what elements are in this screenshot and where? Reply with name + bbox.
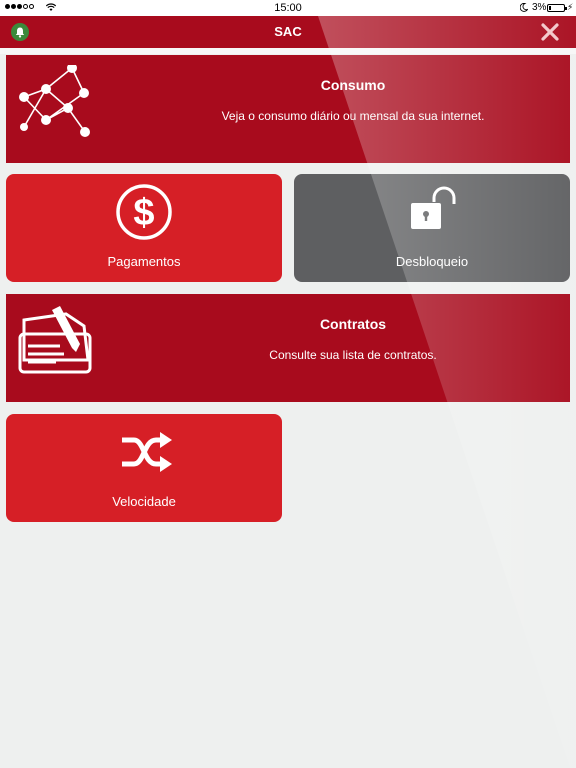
page-title: SAC [274, 24, 302, 39]
nav-bar: SAC [0, 16, 576, 48]
unlock-icon [411, 186, 456, 229]
moon-icon [520, 3, 528, 12]
contratos-title: Contratos [319, 316, 387, 332]
contratos-description: Consulte sua lista de contratos. [269, 348, 437, 362]
consumo-title: Consumo [320, 77, 386, 93]
svg-text:$: $ [133, 192, 154, 234]
battery-icon [547, 4, 567, 12]
desbloqueio-label: Desbloqueio [395, 254, 469, 269]
consumo-description: Veja o consumo diário ou mensal da sua i… [221, 109, 485, 123]
velocidade-tile[interactable]: Velocidade [6, 414, 282, 522]
status-bar: 15:00 3% ⚡ [0, 0, 576, 16]
close-icon [541, 23, 559, 41]
bell-icon [15, 27, 25, 38]
battery-percent: 3% [532, 2, 547, 13]
close-button[interactable] [540, 22, 560, 42]
status-time: 15:00 [274, 2, 302, 14]
charging-icon: ⚡ [567, 2, 574, 12]
contratos-tile[interactable]: Contratos Consulte sua lista de contrato… [6, 294, 570, 402]
shuffle-icon [122, 432, 172, 472]
dollar-circle-icon: $ [116, 184, 172, 240]
consumo-tile[interactable]: Consumo Veja o consumo diário ou mensal … [6, 55, 570, 163]
notifications-button[interactable] [11, 23, 29, 41]
nav-divider [0, 48, 576, 54]
pagamentos-tile[interactable]: $ Pagamentos [6, 174, 282, 282]
velocidade-label: Velocidade [112, 494, 176, 509]
contract-pen-icon [18, 306, 92, 374]
graph-network-icon [19, 65, 90, 137]
desbloqueio-tile[interactable]: Desbloqueio [294, 174, 570, 282]
pagamentos-label: Pagamentos [107, 254, 181, 269]
